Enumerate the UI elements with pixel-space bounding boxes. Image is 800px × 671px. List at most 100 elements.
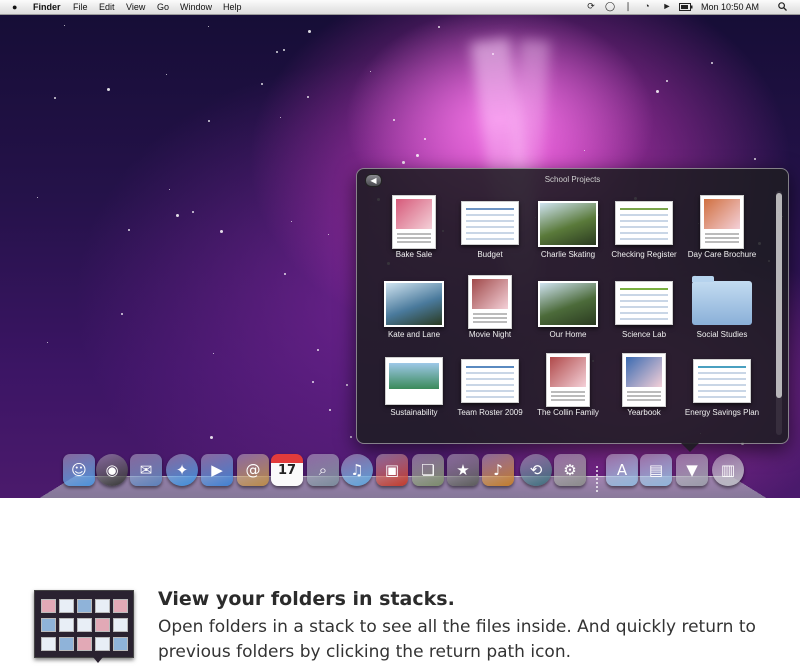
apple-menu-icon[interactable]: ● (12, 1, 17, 13)
menu-edit[interactable]: Edit (99, 1, 115, 13)
stack-item[interactable]: Bake Sale (375, 195, 453, 265)
photo-thumbnail (538, 201, 598, 247)
star (438, 26, 440, 28)
stack-scrollbar[interactable] (776, 191, 782, 435)
sheet-row (620, 226, 668, 228)
star (370, 71, 371, 72)
time-machine-icon[interactable]: ⟲ (520, 454, 552, 486)
preview-item (95, 637, 110, 651)
preview-item (41, 637, 56, 651)
menu-go[interactable]: Go (157, 1, 169, 13)
stack-item-label: Energy Savings Plan (684, 408, 760, 417)
system-preferences-icon[interactable]: ⚙ (554, 454, 586, 486)
star (284, 273, 286, 275)
garageband-icon[interactable]: ♪ (482, 454, 514, 486)
stack-item[interactable]: Budget (451, 195, 529, 265)
menu-app-name[interactable]: Finder (33, 1, 61, 13)
stack-scrollbar-thumb[interactable] (776, 193, 782, 398)
star (220, 230, 223, 233)
ichat-icon[interactable]: ▶ (201, 454, 233, 486)
star (47, 342, 48, 343)
stack-item[interactable]: Team Roster 2009 (451, 353, 529, 423)
trash-icon[interactable]: ▥ (712, 454, 744, 486)
star (192, 211, 194, 213)
search-icon[interactable] (776, 1, 788, 12)
star (213, 353, 214, 354)
stack-item[interactable]: Movie Night (451, 275, 529, 345)
preview-item (59, 637, 74, 651)
address-book-icon[interactable]: @ (237, 454, 269, 486)
preview-icon[interactable]: ⌕ (307, 454, 339, 486)
star (346, 384, 348, 386)
menu-help[interactable]: Help (223, 1, 242, 13)
stack-item[interactable]: Checking Register (605, 195, 683, 265)
stack-item[interactable]: Day Care Brochure (683, 195, 761, 265)
star (276, 51, 278, 53)
stack-item[interactable]: Science Lab (605, 275, 683, 345)
page-artwork (626, 357, 662, 387)
sheet-row (620, 238, 668, 240)
star (350, 436, 352, 438)
sheet-row (620, 232, 668, 234)
chat-icon[interactable]: ◯ (604, 1, 616, 12)
stack-item[interactable]: Energy Savings Plan (683, 353, 761, 423)
sheet-row (620, 288, 668, 290)
star (308, 30, 311, 33)
sheet-row (620, 318, 668, 320)
star (312, 381, 314, 383)
menu-window[interactable]: Window (180, 1, 212, 13)
text-line (473, 313, 507, 315)
stack-item[interactable]: Yearbook (605, 353, 683, 423)
sheet-row (466, 378, 514, 380)
menu-clock[interactable]: Mon 10:50 AM (701, 1, 759, 13)
sheet-row (466, 384, 514, 386)
menu-view[interactable]: View (126, 1, 145, 13)
documents-folder-icon[interactable]: ▤ (640, 454, 672, 486)
sheet-row (698, 390, 746, 392)
star (416, 154, 419, 157)
pages-document-icon (622, 353, 666, 407)
mail-icon[interactable]: ✉ (130, 454, 162, 486)
photo-thumbnail (538, 281, 598, 327)
downloads-stack-icon[interactable]: ▼ (676, 454, 708, 486)
page-artwork (704, 199, 740, 229)
volume-icon[interactable]: ► (661, 1, 673, 12)
pages-document-icon (546, 353, 590, 407)
numbers-document-icon (615, 201, 673, 245)
stack-item-label: Team Roster 2009 (457, 408, 523, 417)
wifi-icon[interactable]: ◔ (640, 1, 654, 12)
photo-booth-icon[interactable]: ▣ (376, 454, 408, 486)
battery-icon[interactable] (679, 1, 693, 12)
applications-folder-icon[interactable]: A (606, 454, 638, 486)
menu-file[interactable]: File (73, 1, 88, 13)
star (656, 90, 659, 93)
time-machine-icon[interactable]: ⟳ (585, 1, 597, 12)
preview-item (95, 618, 110, 632)
numbers-document-icon (615, 281, 673, 325)
menu-bar: ● Finder File Edit View Go Window Help ⟳… (0, 0, 800, 15)
imovie-icon[interactable]: ★ (447, 454, 479, 486)
ical-icon[interactable]: 17 (271, 454, 303, 486)
star (261, 83, 263, 85)
iphoto-icon[interactable]: ❏ (412, 454, 444, 486)
stack-item[interactable]: The Collin Family (529, 353, 607, 423)
finder-icon[interactable]: ☺ (63, 454, 95, 486)
star (121, 313, 123, 315)
dashboard-icon[interactable]: ◉ (96, 454, 128, 486)
sheet-row (466, 396, 514, 398)
safari-icon[interactable]: ✦ (166, 454, 198, 486)
stack-item[interactable]: Kate and Lane (375, 275, 453, 345)
desktop: ● Finder File Edit View Go Window Help ⟳… (0, 0, 800, 498)
preview-item (77, 599, 92, 613)
text-line (627, 399, 661, 401)
stack-item[interactable]: Our Home (529, 275, 607, 345)
stack-item[interactable]: Sustainability (375, 353, 453, 423)
stack-item-label: Science Lab (621, 330, 667, 339)
stack-item[interactable]: Charlie Skating (529, 195, 607, 265)
stack-grid-popup: ◀ School Projects Bake Sale Budget Charlie… (356, 168, 789, 452)
stack-item[interactable]: Social Studies (683, 275, 761, 345)
bluetooth-icon[interactable]: ❘ (624, 1, 632, 12)
text-line (705, 241, 739, 243)
itunes-icon[interactable]: ♫ (341, 454, 373, 486)
text-line (397, 241, 431, 243)
